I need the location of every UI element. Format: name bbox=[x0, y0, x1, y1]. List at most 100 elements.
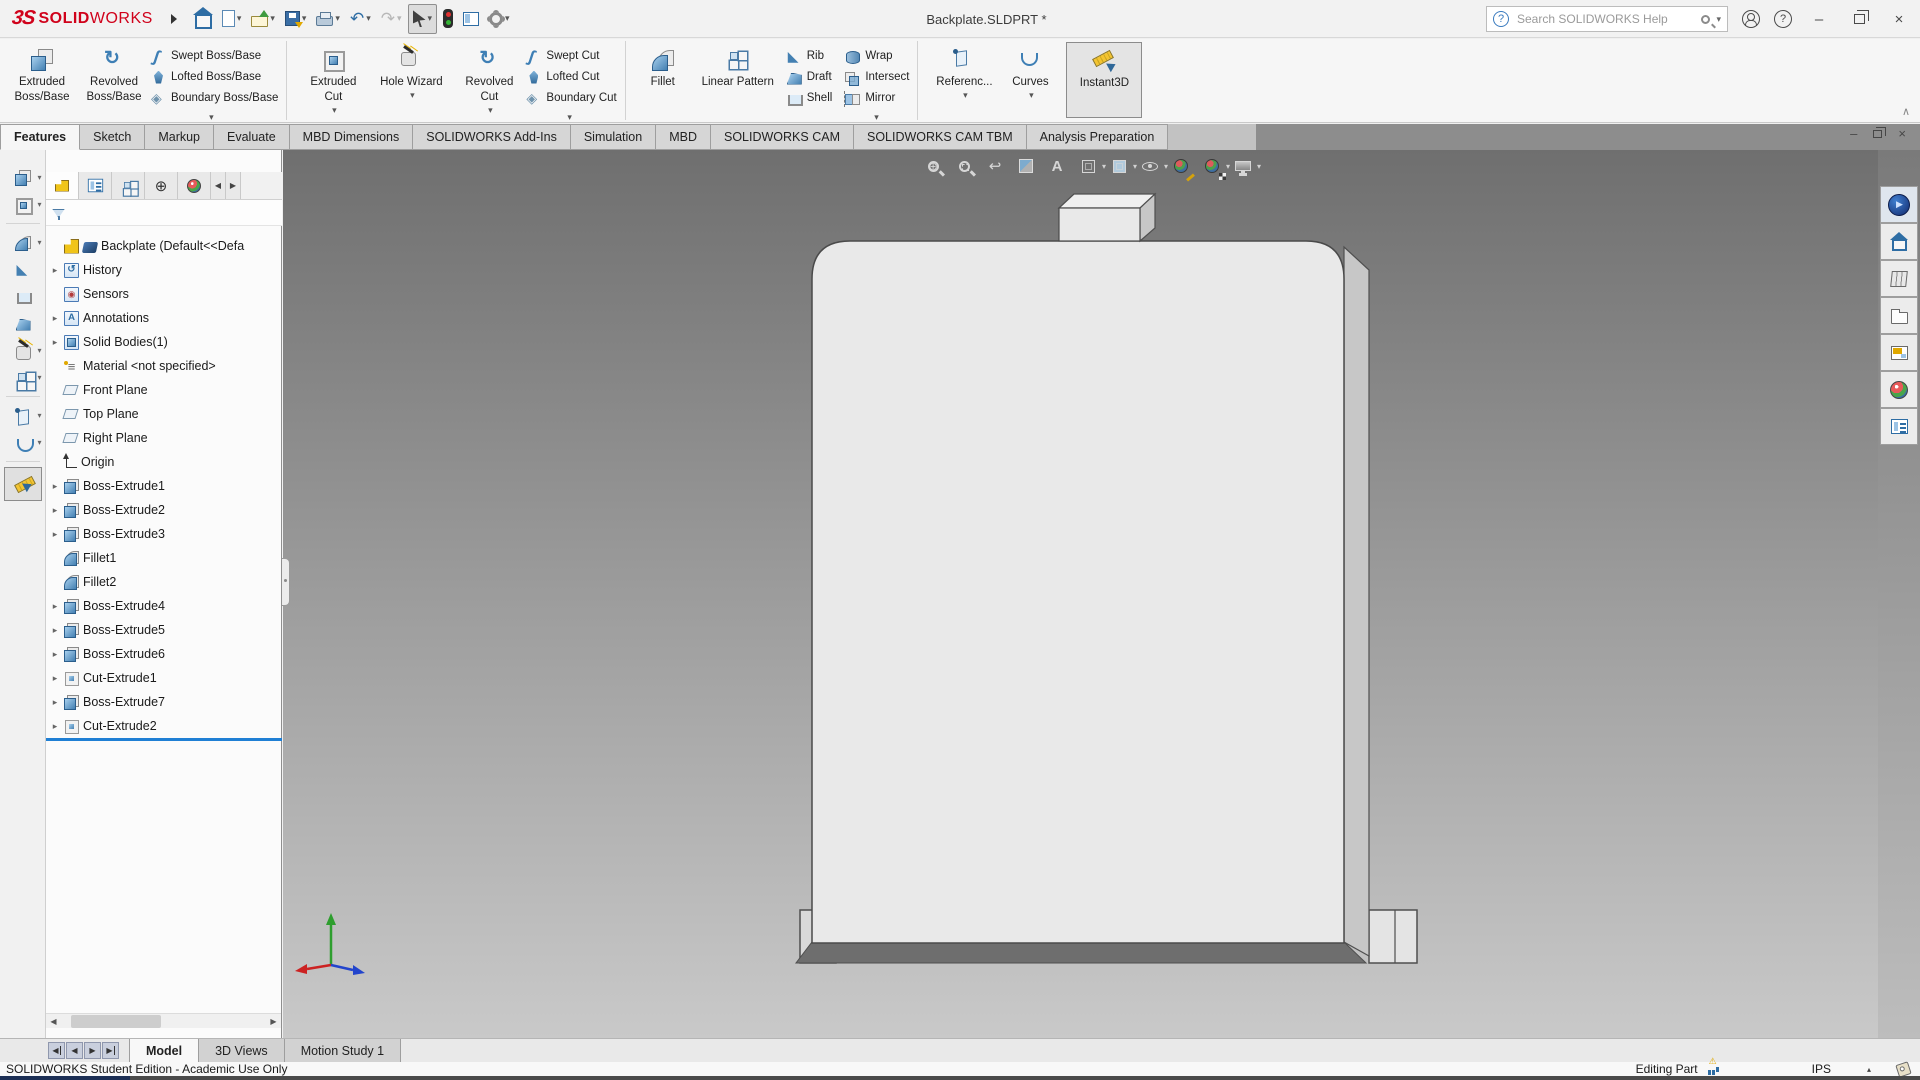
extruded-cut-button[interactable] bbox=[3, 191, 43, 218]
rebuild-warning-icon[interactable] bbox=[1707, 1056, 1722, 1075]
tree-item-annotations[interactable]: Annotations bbox=[46, 306, 282, 330]
chevron-down-icon[interactable] bbox=[567, 107, 572, 125]
tree-tabs-right-arrow[interactable] bbox=[226, 172, 241, 199]
swept-cut-button[interactable]: Swept Cut bbox=[525, 46, 616, 67]
search-dropdown-icon[interactable]: ▾ bbox=[1716, 14, 1721, 25]
expander-icon[interactable] bbox=[50, 529, 60, 540]
tree-item-origin[interactable]: Origin bbox=[46, 450, 282, 474]
expander-icon[interactable] bbox=[50, 625, 60, 636]
tags-icon[interactable] bbox=[1895, 1060, 1912, 1078]
tree-item-boss-extrude3[interactable]: Boss-Extrude3 bbox=[46, 522, 282, 546]
mirror-button[interactable]: Mirror bbox=[844, 88, 909, 109]
logo-flyout-arrow-icon[interactable] bbox=[170, 13, 177, 24]
tab-analysis-preparation[interactable]: Analysis Preparation bbox=[1026, 124, 1169, 150]
tree-item-right-plane[interactable]: Right Plane bbox=[46, 426, 282, 450]
tree-item-cut-extrude1[interactable]: Cut-Extrude1 bbox=[46, 666, 282, 690]
close-button[interactable]: × bbox=[1886, 11, 1912, 28]
tab-mbd[interactable]: MBD bbox=[656, 124, 711, 150]
shell-button[interactable]: Shell bbox=[786, 88, 832, 109]
custom-properties-button[interactable] bbox=[1880, 408, 1918, 445]
tree-item-material[interactable]: Material <not specified> bbox=[46, 354, 282, 378]
save-button[interactable] bbox=[281, 4, 311, 34]
units-dropdown-icon[interactable] bbox=[1867, 1065, 1871, 1074]
instant3d-button[interactable] bbox=[3, 467, 42, 501]
performance-evaluation-button[interactable] bbox=[439, 4, 457, 34]
tab-solidworks-cam[interactable]: SOLIDWORKS CAM bbox=[711, 124, 854, 150]
panel-splitter-handle[interactable] bbox=[282, 558, 290, 606]
search-input[interactable] bbox=[1515, 11, 1696, 27]
redo-button[interactable] bbox=[377, 4, 406, 34]
tree-item-history[interactable]: History bbox=[46, 258, 282, 282]
tree-item-boss-extrude6[interactable]: Boss-Extrude6 bbox=[46, 642, 282, 666]
tree-filter-row[interactable] bbox=[46, 200, 282, 226]
tree-item-cut-extrude2[interactable]: Cut-Extrude2 bbox=[46, 714, 282, 738]
tab-solidworks-cam-tbm[interactable]: SOLIDWORKS CAM TBM bbox=[854, 124, 1027, 150]
tab-displaymanager[interactable] bbox=[178, 172, 211, 199]
select-tool-button[interactable] bbox=[407, 3, 438, 34]
home-button[interactable] bbox=[191, 4, 216, 34]
tab-configurationmanager[interactable] bbox=[112, 172, 145, 199]
rib-button[interactable] bbox=[3, 256, 43, 283]
tab-sketch[interactable]: Sketch bbox=[80, 124, 146, 150]
tab-features[interactable]: Features bbox=[0, 124, 81, 150]
rollback-bar[interactable] bbox=[46, 738, 282, 741]
graphics-viewport[interactable]: ↩ A bbox=[283, 150, 1878, 1038]
tab-markup[interactable]: Markup bbox=[145, 124, 215, 150]
expander-icon[interactable] bbox=[50, 505, 60, 516]
instant3d-button[interactable]: Instant3D bbox=[1066, 42, 1143, 118]
extruded-cut-button[interactable]: Extruded Cut bbox=[297, 42, 369, 116]
lofted-boss-base-button[interactable]: Lofted Boss/Base bbox=[150, 67, 278, 88]
next-tab-button[interactable] bbox=[84, 1042, 101, 1059]
reference-geometry-button[interactable] bbox=[3, 402, 43, 429]
minimize-button[interactable]: – bbox=[1806, 11, 1832, 28]
boundary-boss-base-button[interactable]: Boundary Boss/Base bbox=[150, 88, 278, 109]
document-restore-icon[interactable] bbox=[1873, 126, 1887, 138]
tree-item-boss-extrude4[interactable]: Boss-Extrude4 bbox=[46, 594, 282, 618]
tab-dimxpertmanager[interactable]: ⊕ bbox=[145, 172, 178, 199]
search-magnifier-icon[interactable] bbox=[1701, 14, 1711, 24]
reference-geometry-button[interactable]: Referenc... bbox=[928, 42, 1000, 101]
print-button[interactable] bbox=[312, 4, 344, 34]
help-search-box[interactable]: ? ▾ bbox=[1486, 6, 1728, 32]
chevron-down-icon[interactable] bbox=[874, 107, 879, 125]
draft-button[interactable]: Draft bbox=[786, 67, 833, 88]
tree-tabs-left-arrow[interactable] bbox=[211, 172, 226, 199]
tree-item-fillet2[interactable]: Fillet2 bbox=[46, 570, 282, 594]
tree-item-front-plane[interactable]: Front Plane bbox=[46, 378, 282, 402]
wrap-button[interactable]: Wrap bbox=[844, 46, 909, 67]
part-backplate-3d[interactable] bbox=[283, 150, 1878, 1038]
new-document-button[interactable] bbox=[218, 4, 246, 34]
display-pane-button[interactable] bbox=[459, 4, 483, 34]
scroll-thumb[interactable] bbox=[71, 1014, 161, 1028]
hole-wizard-button[interactable]: Hole Wizard bbox=[369, 42, 453, 101]
3dexperience-button[interactable] bbox=[1880, 186, 1918, 223]
hole-wizard-button[interactable] bbox=[3, 337, 43, 364]
extruded-boss-base-button[interactable]: Extruded Boss/Base bbox=[6, 42, 78, 105]
tab-solidworks-add-ins[interactable]: SOLIDWORKS Add-Ins bbox=[413, 124, 571, 150]
boundary-cut-button[interactable]: Boundary Cut bbox=[525, 88, 616, 109]
expander-icon[interactable] bbox=[50, 601, 60, 612]
expander-icon[interactable] bbox=[50, 265, 60, 276]
tree-horizontal-scrollbar[interactable] bbox=[46, 1013, 281, 1028]
tab-3d-views[interactable]: 3D Views bbox=[199, 1039, 285, 1062]
tab-evaluate[interactable]: Evaluate bbox=[214, 124, 290, 150]
previous-tab-button[interactable] bbox=[66, 1042, 83, 1059]
scroll-right-icon[interactable] bbox=[266, 1014, 281, 1029]
expander-icon[interactable] bbox=[50, 313, 60, 324]
file-explorer-button[interactable] bbox=[1880, 297, 1918, 334]
scroll-track[interactable] bbox=[61, 1014, 266, 1029]
extruded-boss-base-button[interactable] bbox=[3, 164, 43, 191]
tab-propertymanager[interactable] bbox=[79, 172, 112, 199]
ribbon-collapse-chevron-icon[interactable] bbox=[1902, 105, 1910, 118]
scroll-left-icon[interactable] bbox=[46, 1014, 61, 1029]
expander-icon[interactable] bbox=[50, 649, 60, 660]
curves-button[interactable] bbox=[3, 429, 43, 456]
tab-simulation[interactable]: Simulation bbox=[570, 124, 657, 150]
options-button[interactable] bbox=[485, 4, 514, 34]
tab-model[interactable]: Model bbox=[129, 1039, 200, 1062]
tree-item-boss-extrude1[interactable]: Boss-Extrude1 bbox=[46, 474, 282, 498]
units-label[interactable]: IPS bbox=[1812, 1062, 1831, 1076]
expander-icon[interactable] bbox=[50, 697, 60, 708]
intersect-button[interactable]: Intersect bbox=[844, 67, 909, 88]
revolved-boss-base-button[interactable]: Revolved Boss/Base bbox=[78, 42, 150, 105]
